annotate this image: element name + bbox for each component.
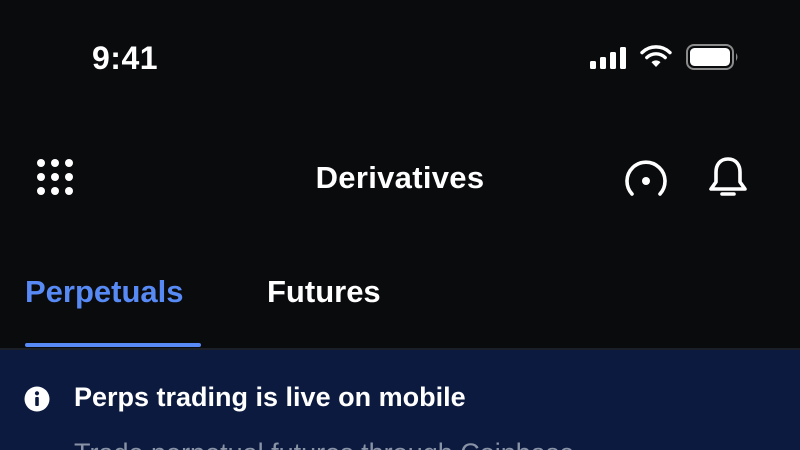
page-title: Derivatives (315, 160, 485, 195)
banner-body: Trade perpetual futures through Coinbase (74, 438, 574, 450)
info-banner[interactable]: Perps trading is live on mobile Trade pe… (0, 350, 800, 450)
status-bar: 9:41 (0, 0, 800, 120)
status-icons (590, 44, 740, 70)
tab-futures[interactable]: Futures (267, 274, 381, 310)
gauge-button[interactable] (622, 156, 670, 204)
cellular-signal-icon (590, 45, 626, 69)
active-tab-indicator (25, 343, 201, 347)
grid-menu-button[interactable] (36, 158, 78, 200)
tab-perpetuals[interactable]: Perpetuals (25, 274, 184, 310)
app-screen: 9:41 Derivatives Perpetuals Futures Perp… (0, 0, 800, 450)
app-header: Derivatives (0, 140, 800, 216)
banner-title: Perps trading is live on mobile (74, 382, 466, 412)
info-icon (24, 386, 50, 412)
grid-menu-icon (37, 159, 73, 195)
notifications-button[interactable] (706, 154, 750, 202)
bell-icon (709, 157, 747, 196)
status-time: 9:41 (92, 40, 159, 76)
wifi-icon (640, 45, 672, 67)
tab-bar: Perpetuals Futures (0, 256, 800, 350)
battery-icon (686, 44, 738, 70)
gauge-icon (625, 160, 667, 196)
